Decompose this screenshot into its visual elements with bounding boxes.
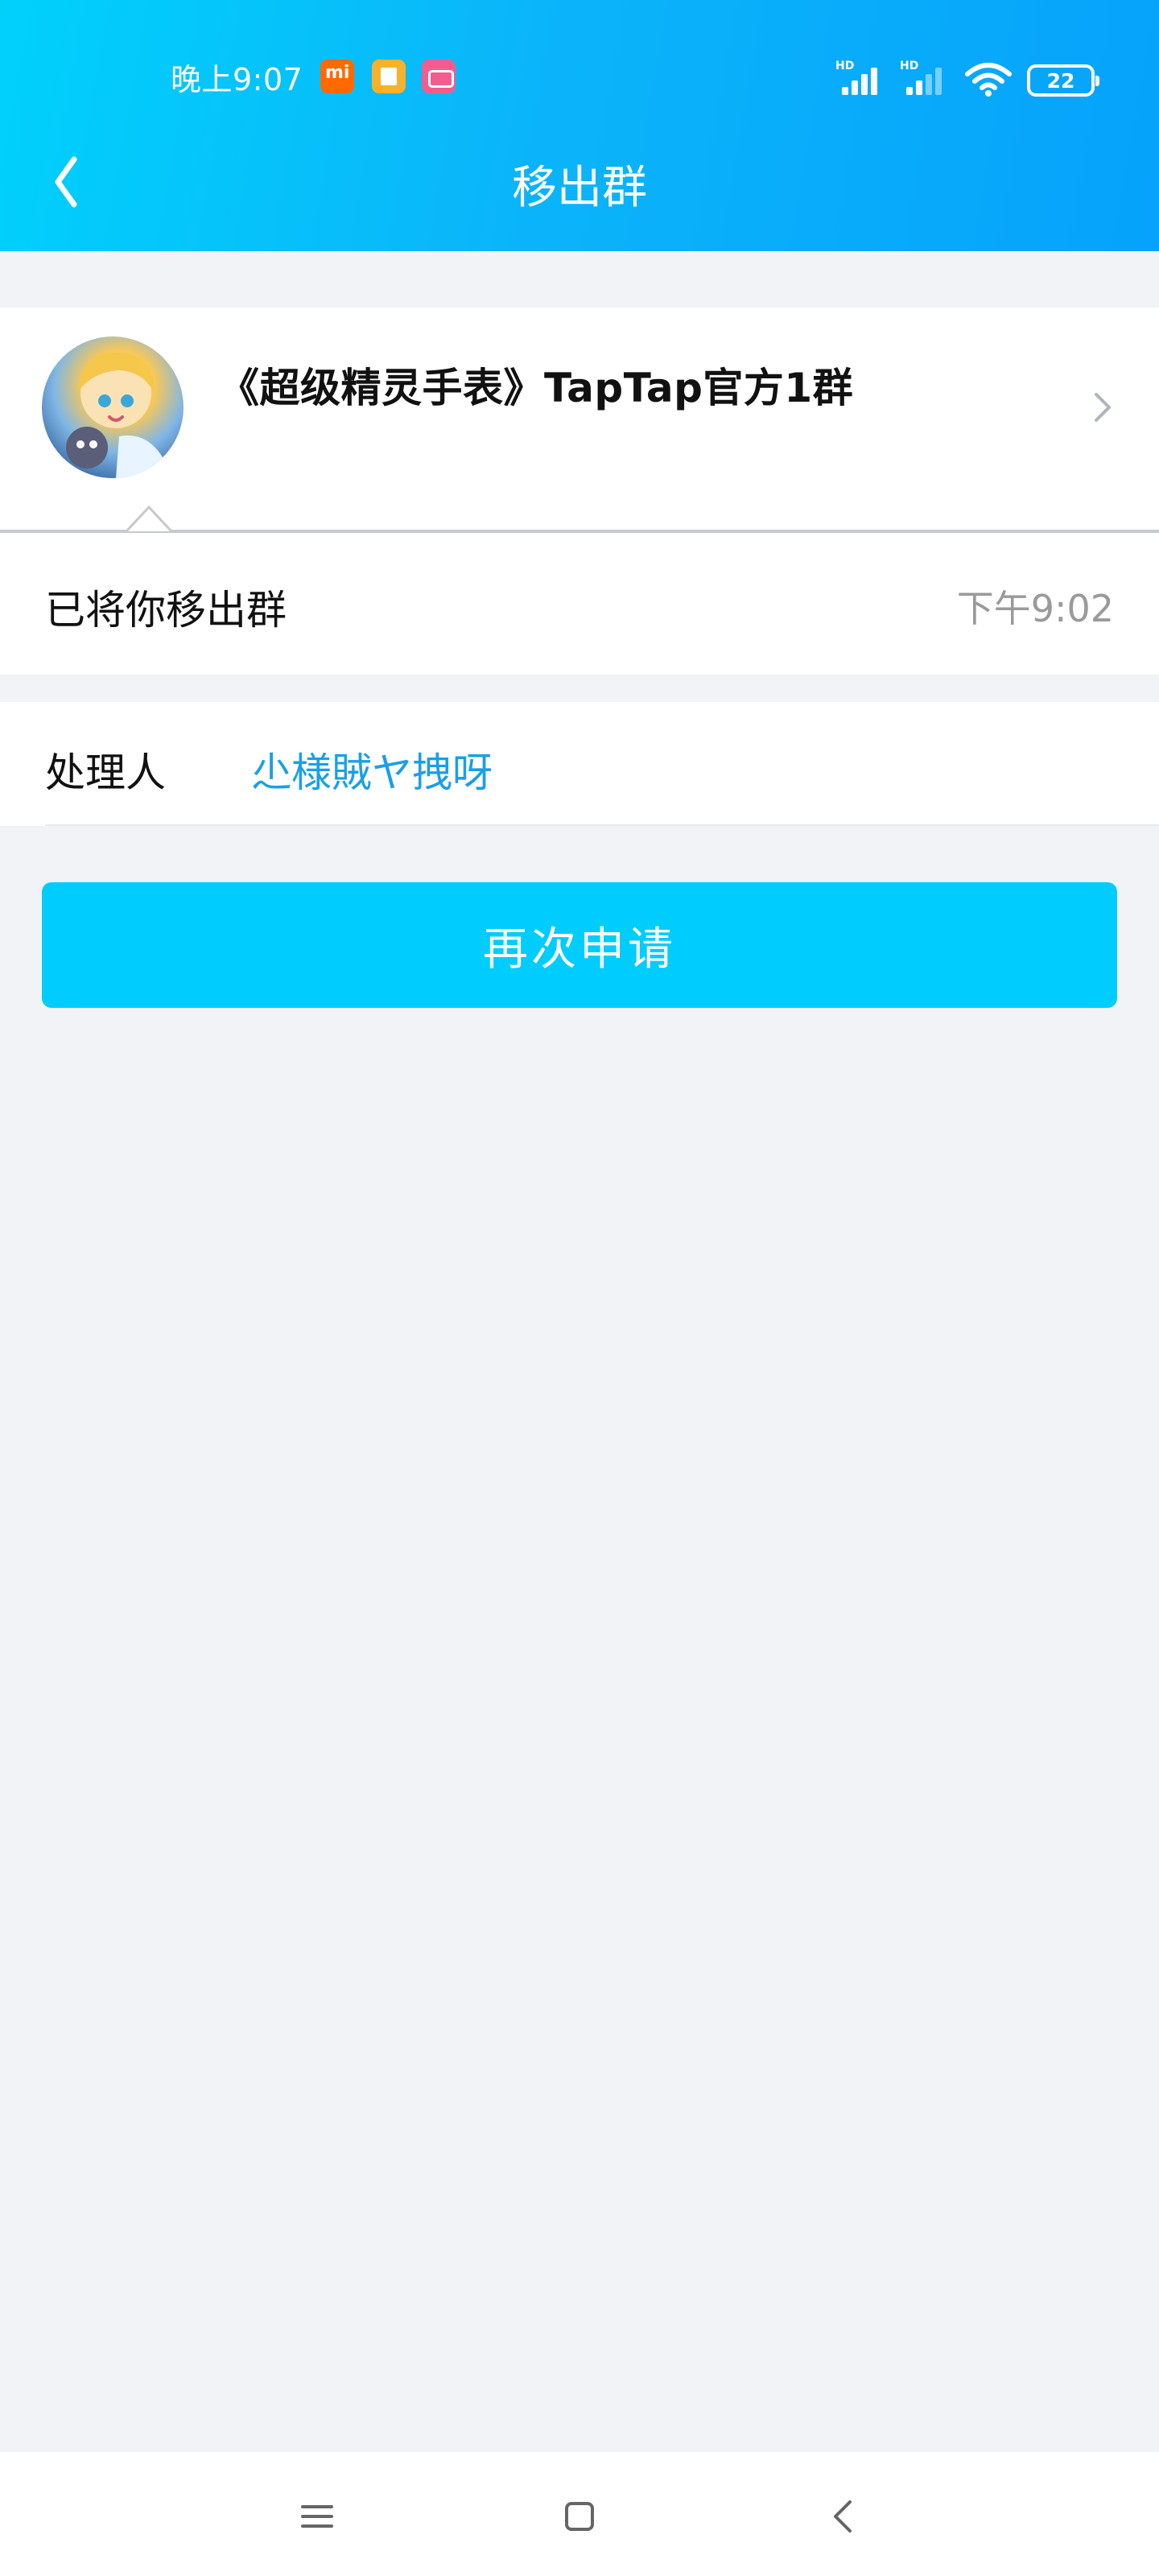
reapply-button[interactable]: 再次申请 xyxy=(42,882,1117,1008)
status-indicators: HD HD 22 xyxy=(835,58,1099,97)
signal-hd-label: HD xyxy=(835,60,855,72)
cellular-signal-icon: HD xyxy=(900,60,950,97)
title-bar: 移出群 xyxy=(0,134,1159,230)
app-header: 晚上9:07 HD HD xyxy=(0,0,1159,251)
mi-app-icon xyxy=(320,60,354,93)
removal-message-time: 下午9:02 xyxy=(956,587,1114,630)
anime-character-avatar-icon xyxy=(66,352,163,478)
battery-icon: 22 xyxy=(1027,64,1099,97)
bilibili-app-icon xyxy=(422,60,456,93)
removal-message-text: 已将你移出群 xyxy=(45,587,287,634)
removal-message-card: 已将你移出群 下午9:02 xyxy=(0,533,1159,675)
status-bar: 晚上9:07 HD HD xyxy=(0,48,1159,106)
cellular-signal-icon: HD xyxy=(835,60,885,97)
system-back-button[interactable] xyxy=(813,2484,877,2549)
home-button[interactable] xyxy=(547,2484,612,2549)
handler-row: 处理人 尐様賊ヤ拽呀 xyxy=(0,702,1159,826)
signal-hd-label: HD xyxy=(900,60,919,72)
back-arrow-icon xyxy=(834,2500,852,2533)
group-name: 《超级精灵手表》TapTap官方1群 xyxy=(219,365,854,411)
battery-level: 22 xyxy=(1046,68,1075,93)
wifi-icon xyxy=(965,63,1012,97)
group-avatar xyxy=(42,336,184,478)
status-time: 晚上9:07 xyxy=(171,62,303,97)
group-info-card[interactable]: 《超级精灵手表》TapTap官方1群 xyxy=(0,308,1159,533)
system-navigation-bar xyxy=(0,2452,1159,2576)
card-divider xyxy=(0,530,1159,533)
home-square-icon xyxy=(565,2502,594,2531)
handler-label: 处理人 xyxy=(45,749,166,796)
chevron-right-icon xyxy=(1095,393,1111,422)
row-divider xyxy=(45,824,1159,826)
speech-bubble-notch xyxy=(126,505,171,533)
handler-name-link[interactable]: 尐様賊ヤ拽呀 xyxy=(251,741,493,799)
page-title: 移出群 xyxy=(512,162,647,214)
screen: 晚上9:07 HD HD xyxy=(0,0,1159,2576)
recent-apps-button[interactable] xyxy=(285,2484,349,2549)
menu-icon xyxy=(301,2505,333,2528)
document-app-icon xyxy=(372,60,406,93)
